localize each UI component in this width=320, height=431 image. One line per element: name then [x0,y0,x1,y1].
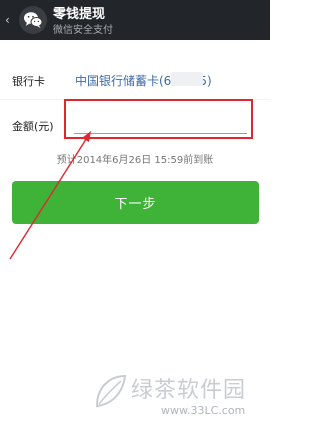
page-subtitle: 微信安全支付 [53,25,113,36]
back-icon[interactable]: ‹ [5,12,10,28]
wechat-logo-icon [19,6,47,34]
page-title: 零钱提现 [53,7,106,22]
title-bar: ‹ 零钱提现 微信安全支付 [0,0,270,40]
watermark-text: 绿茶软件园 [131,378,247,403]
watermark-leaf-icon [95,374,127,408]
amount-field-highlight [64,99,253,139]
bank-card-name: 中国银行储蓄卡(6 [75,74,172,88]
watermark-url: www.33LC.com [161,404,246,417]
watermark: 绿茶软件园 www.33LC.com [93,372,263,426]
amount-input[interactable] [70,105,240,129]
next-step-button[interactable]: 下一步 [12,181,259,224]
amount-label: 金额(元) [12,120,54,133]
arrival-time-note: 预计2014年6月26日 15:59前到账 [56,155,214,166]
bank-card-label: 银行卡 [12,75,45,88]
input-underline [74,133,247,134]
masked-card-number [171,72,203,86]
